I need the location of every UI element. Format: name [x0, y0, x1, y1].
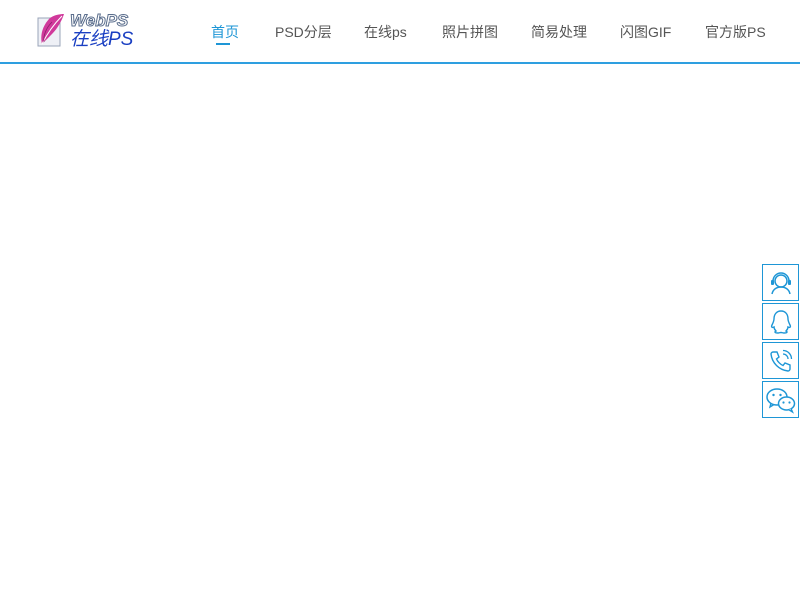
qq-icon: [770, 309, 791, 334]
qq-button[interactable]: [762, 303, 799, 340]
nav-item-official-ps[interactable]: 官方版PS: [705, 23, 766, 41]
customer-service-icon: [770, 271, 791, 294]
nav-item-gif[interactable]: 闪图GIF: [620, 23, 671, 41]
main-nav: 首页 PSD分层 在线ps 照片拼图 简易处理 闪图GIF 官方版PS: [0, 0, 800, 62]
customer-service-button[interactable]: [762, 264, 799, 301]
nav-item-photo-collage[interactable]: 照片拼图: [442, 23, 498, 41]
nav-item-psd-layers[interactable]: PSD分层: [275, 23, 332, 41]
floating-contact-bar: [762, 264, 799, 420]
nav-item-online-ps[interactable]: 在线ps: [364, 23, 407, 41]
phone-icon: [769, 349, 792, 372]
wechat-icon: [765, 387, 795, 414]
nav-active-indicator: [216, 43, 230, 45]
site-header: WebPS 在线PS 首页 PSD分层 在线ps 照片拼图 简易处理 闪图GIF…: [0, 0, 800, 64]
phone-button[interactable]: [762, 342, 799, 379]
nav-item-home[interactable]: 首页: [211, 23, 239, 41]
wechat-button[interactable]: [762, 381, 799, 418]
nav-item-simple-edit[interactable]: 简易处理: [531, 23, 587, 41]
